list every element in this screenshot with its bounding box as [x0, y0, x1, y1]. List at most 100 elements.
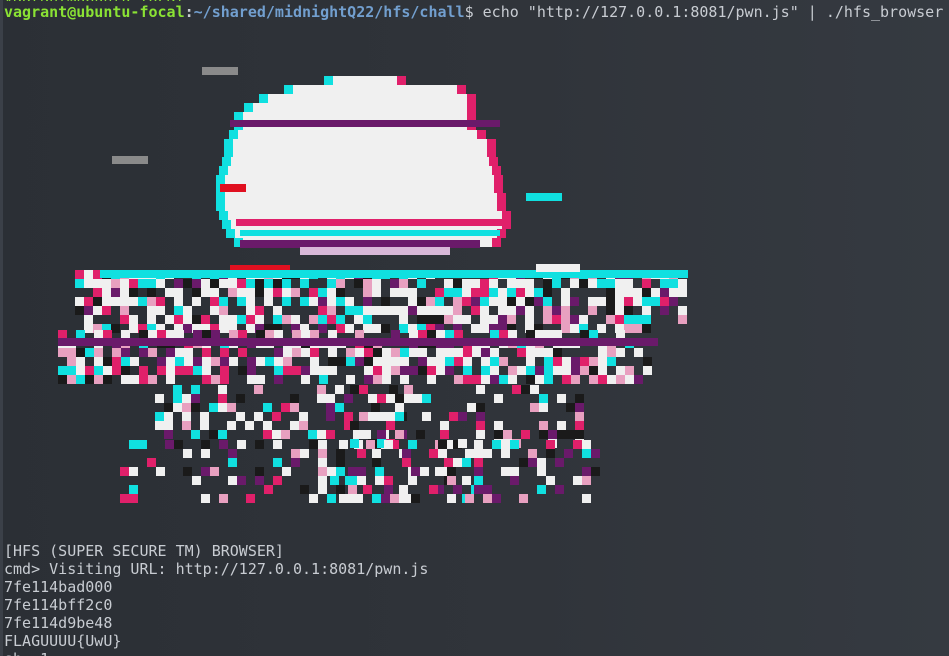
logo-pixel: [678, 279, 687, 288]
logo-pixel: [166, 357, 175, 366]
logo-pixel: [229, 357, 238, 366]
glitch-bar: [112, 156, 148, 164]
logo-pixel: [471, 324, 480, 333]
logo-pixel: [102, 297, 111, 306]
logo-pixel: [219, 306, 228, 315]
logo-pixel: [516, 297, 525, 306]
logo-pixel: [546, 476, 555, 485]
logo-pixel: [624, 288, 633, 297]
logo-pixel: [386, 394, 395, 403]
logo-pixel: [521, 385, 530, 394]
logo-pixel: [67, 375, 76, 384]
logo-pixel: [417, 306, 426, 315]
logo-pixel: [445, 348, 454, 357]
logo-pixel: [502, 211, 511, 220]
logo-pixel: [678, 315, 687, 324]
logo-pixel: [336, 485, 345, 494]
logo-pixel: [164, 403, 173, 412]
logo-pixel: [327, 297, 336, 306]
logo-pixel: [175, 357, 184, 366]
logo-pixel: [553, 348, 562, 357]
logo-pixel: [391, 366, 400, 375]
logo-pixel: [539, 403, 548, 412]
logo-pixel: [499, 375, 508, 384]
logo-pixel: [111, 288, 120, 297]
terminal-window[interactable]: vagrant@ubuntu-focal vagrant@ubuntu-foca…: [0, 0, 949, 656]
logo-pixel: [283, 366, 292, 375]
logo-pixel: [230, 120, 500, 127]
logo-pixel: [247, 375, 256, 384]
logo-pixel: [85, 366, 94, 375]
logo-pixel: [103, 366, 112, 375]
logo-pixel: [317, 394, 326, 403]
logo-pixel: [544, 330, 553, 339]
logo-pixel: [129, 288, 138, 297]
logo-pixel: [490, 330, 499, 339]
logo-pixel: [218, 385, 227, 394]
logo-pixel: [363, 279, 372, 288]
logo-pixel: [255, 440, 264, 449]
logo-pixel: [192, 279, 201, 288]
logo-pixel: [209, 403, 218, 412]
logo-pixel: [346, 357, 355, 366]
logo-pixel: [364, 375, 373, 384]
logo-pixel: [363, 485, 372, 494]
logo-pixel: [408, 440, 417, 449]
logo-pixel: [598, 357, 607, 366]
logo-pixel: [282, 315, 291, 324]
logo-pixel: [156, 297, 165, 306]
logo-pixel: [103, 357, 112, 366]
logo-pixel: [465, 494, 474, 503]
logo-pixel: [501, 467, 510, 476]
logo-pixel: [467, 103, 476, 112]
logo-pixel: [633, 288, 642, 297]
logo-pixel: [273, 288, 282, 297]
logo-pixel: [579, 315, 588, 324]
logo-pixel: [570, 324, 579, 333]
logo-pixel: [624, 297, 633, 306]
logo-pixel: [164, 421, 173, 430]
logo-pixel: [327, 494, 336, 503]
logo-pixel: [494, 175, 503, 184]
logo-pixel: [474, 440, 483, 449]
logo-pixel: [487, 148, 496, 157]
logo-pixel: [544, 357, 553, 366]
logo-pixel: [400, 348, 409, 357]
logo-pixel: [453, 306, 462, 315]
logo-pixel: [335, 385, 344, 394]
logo-pixel: [93, 306, 102, 315]
logo-pixel: [246, 288, 255, 297]
logo-pixel: [642, 324, 651, 333]
logo-pixel: [183, 306, 192, 315]
logo-pixel: [454, 348, 463, 357]
logo-pixel: [497, 202, 506, 211]
logo-pixel: [651, 297, 660, 306]
logo-pixel: [582, 494, 591, 503]
logo-pixel: [129, 494, 138, 503]
logo-pixel: [310, 366, 319, 375]
logo-pixel: [246, 279, 255, 288]
logo-pixel: [173, 385, 182, 394]
logo-pixel: [220, 375, 229, 384]
logo-pixel: [121, 375, 130, 384]
logo-pixel: [120, 279, 129, 288]
logo-pixel: [224, 139, 233, 148]
logo-pixel: [230, 148, 490, 157]
logo-pixel: [526, 348, 535, 357]
output-line-address-2: 7fe114bff2c0: [4, 596, 113, 614]
logo-pixel: [291, 288, 300, 297]
logo-pixel: [480, 297, 489, 306]
logo-pixel: [562, 366, 571, 375]
logo-pixel: [616, 330, 625, 339]
logo-pixel: [390, 288, 399, 297]
logo-pixel: [222, 202, 500, 211]
logo-pixel: [537, 458, 546, 467]
logo-pixel: [291, 458, 300, 467]
logo-pixel: [309, 297, 318, 306]
logo-pixel: [480, 306, 489, 315]
logo-pixel: [422, 412, 431, 421]
logo-pixel: [417, 315, 426, 324]
midnight-sun-ctf-logo: [58, 67, 688, 503]
logo-pixel: [557, 430, 566, 439]
logo-pixel: [100, 270, 688, 278]
